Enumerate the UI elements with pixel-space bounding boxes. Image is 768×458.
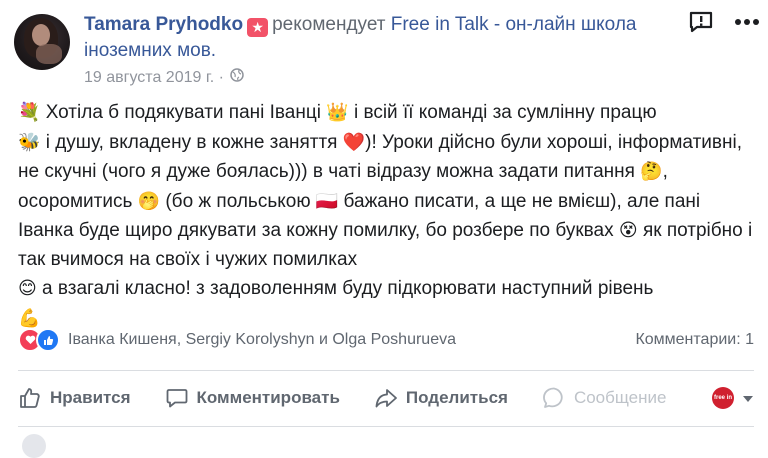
bottom-divider (18, 426, 754, 427)
dizzy-emoji-icon: 😵 (618, 220, 638, 240)
message-button[interactable]: Сообщение (542, 386, 667, 410)
bee-emoji-icon: 🐝 (18, 131, 41, 152)
comment-bubble-icon (165, 386, 189, 410)
avatar-arm (36, 44, 62, 64)
reactions-bar: Іванка Кишеня, Sergiy Korolyshyn и Olga … (18, 328, 754, 352)
shy-emoji-icon: 🤭 (137, 190, 161, 211)
like-button[interactable]: Нравится (18, 386, 131, 410)
comment-button[interactable]: Комментировать (165, 386, 340, 410)
reactor-names[interactable]: Іванка Кишеня, Sergiy Korolyshyn и Olga … (68, 331, 635, 349)
share-arrow-icon (374, 386, 398, 410)
author-name[interactable]: Tamara Pryhodko (84, 14, 243, 35)
post-meta: 19 августа 2019 г. · (84, 68, 244, 87)
more-options-icon[interactable] (734, 18, 760, 26)
message-label: Сообщение (573, 388, 667, 407)
page-selector[interactable]: free in talk (712, 387, 754, 423)
share-label: Поделиться (405, 388, 508, 407)
crown-emoji-icon: 👑 (326, 102, 349, 122)
like-reaction-icon (36, 328, 60, 352)
avatar-face (32, 24, 50, 46)
comments-count[interactable]: Комментарии: 1 (635, 331, 754, 349)
thinking-emoji-icon: 🤔 (640, 161, 663, 181)
post-actions: Нравится Комментировать Поделиться Сообщ… (18, 378, 754, 423)
share-button[interactable]: Поделиться (374, 386, 508, 410)
recommend-text: рекомендует (272, 14, 386, 35)
thumbs-up-icon (18, 386, 42, 410)
post-text-segment: і душу, вкладену в кожне заняття (40, 131, 343, 153)
comment-avatar (22, 434, 46, 458)
post-header: Tamara Pryhodko ★ рекомендует Free in Talk… (84, 12, 678, 64)
post-text-segment: а взагалі класно! з задоволенням буду пі… (36, 278, 654, 299)
comment-label: Комментировать (196, 388, 340, 407)
message-bubble-icon (542, 386, 566, 410)
flower-emoji-icon: 💐 (18, 102, 41, 122)
author-avatar[interactable] (14, 14, 70, 70)
recommend-star-icon: ★ (247, 18, 269, 37)
muscle-emoji-icon: 💪 (18, 307, 41, 328)
heart-emoji-icon: ❤️ (342, 131, 366, 152)
post-date[interactable]: 19 августа 2019 г. · (84, 69, 224, 87)
post-text-segment: Хотіла б подякувати пані Іванці (40, 102, 327, 123)
post-text-segment: (бо ж польською (160, 190, 316, 212)
smile-emoji-icon: 😊 (18, 278, 37, 298)
page-avatar: free in talk (712, 387, 734, 423)
reaction-icons[interactable] (18, 328, 60, 352)
actions-divider (18, 370, 754, 371)
top-right-controls (688, 10, 760, 34)
chevron-down-icon (742, 388, 754, 408)
report-icon[interactable] (688, 10, 714, 34)
post-text-segment: і всій її команді за сумлінну працю (348, 102, 657, 123)
poland-flag-icon: 🇵🇱 (315, 190, 339, 211)
globe-icon (230, 68, 244, 87)
like-label: Нравится (50, 388, 131, 407)
post-body: 💐 Хотіла б подякувати пані Іванці 👑 і вс… (18, 98, 758, 333)
